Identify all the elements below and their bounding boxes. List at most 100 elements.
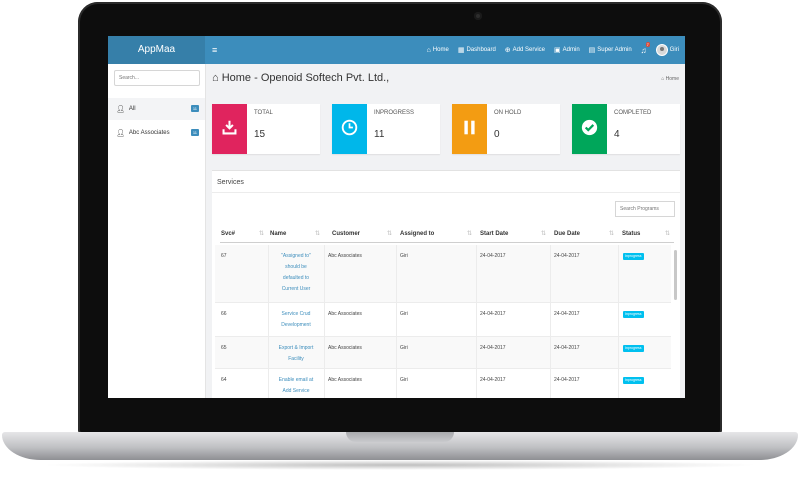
table-row[interactable]: 66 Service Crud Development Abc Associat… (215, 303, 671, 337)
breadcrumb[interactable]: ⌂ Home (661, 76, 679, 82)
divider (618, 245, 619, 303)
divider (396, 337, 397, 369)
divider (618, 369, 619, 398)
column-header-label: Name (270, 231, 287, 237)
top-navbar: AppMaa ≡ ⌂ Home ▦ Dashboard ⊕ Add Servic… (108, 36, 685, 64)
user-icon: 👤︎ (116, 106, 125, 113)
service-name-line: Current User (281, 286, 311, 292)
cell-start-date: 24-04-2017 (480, 345, 506, 351)
pause-icon (464, 120, 475, 135)
sidebar-search-input[interactable] (114, 70, 200, 86)
user-menu[interactable]: Giri (655, 44, 679, 56)
notifications-button[interactable]: ♫ 7 (641, 41, 650, 55)
service-name-link[interactable]: "Assigned to" should be defaulted to Cur… (270, 251, 322, 295)
table-row[interactable]: 65 Export & Import Facility Abc Associat… (215, 337, 671, 369)
divider (324, 369, 325, 398)
cell-due-date: 24-04-2017 (554, 253, 580, 259)
sidebar-item-all[interactable]: 👤︎ All 11 (108, 98, 205, 120)
cell-due-date: 24-04-2017 (554, 345, 580, 351)
dashboard-icon: ▦ (457, 47, 465, 54)
super-admin-icon: ▤ (588, 47, 596, 54)
sidebar-item-abc-associates[interactable]: 👤︎ Abc Associates 11 (108, 122, 205, 144)
avatar (655, 44, 668, 56)
service-name-line: defaulted to (282, 275, 310, 281)
search-programs-input[interactable] (615, 201, 675, 217)
user-icon: 👤︎ (116, 130, 125, 137)
status-badge: Inprogress (623, 253, 644, 260)
stat-label: COMPLETED (614, 110, 652, 116)
divider (550, 245, 551, 303)
divider (396, 245, 397, 303)
page-title: ⌂ Home - Openoid Softech Pvt. Ltd., (212, 72, 389, 84)
breadcrumb-home: Home (665, 76, 679, 82)
cell-assigned: Giri (400, 311, 408, 317)
service-name-line: Export & Import (278, 345, 314, 351)
sort-icon: ⇅ (540, 231, 546, 237)
stat-label: TOTAL (254, 110, 273, 116)
column-header-svc[interactable]: Svc# ⇅ (220, 225, 268, 243)
divider (476, 303, 477, 337)
cell-customer: Abc Associates (328, 253, 362, 259)
nav-label: Super Admin (597, 47, 632, 53)
notification-count: 7 (645, 41, 650, 47)
divider (396, 369, 397, 398)
nav-dashboard[interactable]: ▦ Dashboard (458, 46, 496, 54)
services-panel: Services Svc# ⇅ Name ⇅ Customer ⇅ Assigned … (212, 170, 680, 398)
nav-add-service[interactable]: ⊕ Add Service (505, 46, 545, 54)
sort-icon: ⇅ (466, 231, 472, 237)
stat-on-hold[interactable]: ON HOLD 0 (452, 104, 560, 154)
sidebar-item-count: 11 (190, 105, 199, 112)
table-row[interactable]: 67 "Assigned to" should be defaulted to … (215, 245, 671, 303)
nav-label: Home (432, 47, 449, 53)
nav-admin[interactable]: ▣ Admin (554, 46, 580, 54)
stat-total[interactable]: TOTAL 15 (212, 104, 320, 154)
top-nav: ⌂ Home ▦ Dashboard ⊕ Add Service ▣ Admin… (427, 36, 679, 64)
nav-home[interactable]: ⌂ Home (427, 47, 449, 54)
service-name-link[interactable]: Service Crud Development (270, 309, 322, 331)
brand-logo[interactable]: AppMaa (108, 36, 205, 64)
divider (476, 245, 477, 303)
stat-value: 11 (374, 129, 385, 140)
service-name-line: Enable email at (278, 377, 314, 383)
column-header-name[interactable]: Name ⇅ (268, 225, 324, 243)
divider (212, 192, 680, 193)
divider (476, 337, 477, 369)
column-header-customer[interactable]: Customer ⇅ (324, 225, 396, 243)
column-header-start-date[interactable]: Start Date ⇅ (476, 225, 550, 243)
column-header-label: Start Date (480, 231, 509, 237)
stat-inprogress[interactable]: INPROGRESS 11 (332, 104, 440, 154)
column-header-assigned[interactable]: Assigned to ⇅ (396, 225, 476, 243)
column-header-label: Due Date (554, 231, 581, 237)
service-name-link[interactable]: Export & Import Facility (270, 343, 322, 365)
stat-value: 15 (254, 129, 266, 140)
cell-due-date: 24-04-2017 (554, 377, 580, 383)
column-header-status[interactable]: Status ⇅ (618, 225, 674, 243)
nav-super-admin[interactable]: ▤ Super Admin (589, 46, 632, 54)
laptop-screen: AppMaa ≡ ⌂ Home ▦ Dashboard ⊕ Add Servic… (108, 36, 685, 398)
nav-label: Dashboard (466, 47, 496, 53)
status-badge: Inprogress (623, 377, 644, 384)
service-name-line: Add Service (282, 388, 310, 394)
stat-icon-box (332, 104, 367, 154)
column-header-label: Status (622, 231, 641, 237)
divider (550, 303, 551, 337)
cell-customer: Abc Associates (328, 311, 362, 317)
column-header-label: Assigned to (400, 231, 435, 237)
divider (268, 303, 269, 337)
stat-value: 4 (614, 129, 620, 140)
menu-toggle-icon[interactable]: ≡ (212, 36, 217, 64)
table-scrollbar[interactable] (674, 250, 677, 300)
service-name-link[interactable]: Enable email at Add Service (270, 375, 322, 397)
table-row[interactable]: 64 Enable email at Add Service Abc Assoc… (215, 369, 671, 398)
laptop-notch (346, 432, 454, 442)
sort-icon: ⇅ (608, 231, 614, 237)
column-header-due-date[interactable]: Due Date ⇅ (550, 225, 618, 243)
stat-completed[interactable]: COMPLETED 4 (572, 104, 680, 154)
divider (618, 303, 619, 337)
cell-svc-id: 67 (221, 253, 227, 259)
webcam-icon (474, 12, 482, 20)
sort-icon: ⇅ (386, 231, 392, 237)
sidebar-item-label: All (128, 106, 136, 112)
cell-assigned: Giri (400, 377, 408, 383)
stat-label: INPROGRESS (374, 110, 415, 116)
